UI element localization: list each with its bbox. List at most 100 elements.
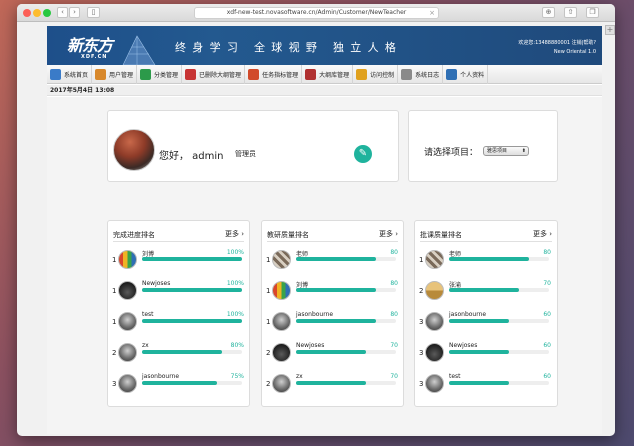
sidebar-toggle-icon[interactable]: ▯ [87,7,100,18]
edit-icon[interactable]: ✎ [354,145,372,163]
score-value: 70 [543,280,551,287]
score-value: 100% [226,311,244,318]
teacher-name: test [449,373,461,380]
zoom-window-button[interactable] [43,9,51,17]
close-window-button[interactable] [23,9,31,17]
ranking-card-research: 教研质量排名 更多 › 1 老师 80 1 刘博 80 1 jasonbourne 80 2 Newjo… [261,220,404,407]
forward-arrow-icon[interactable]: › [69,7,80,18]
browser-window: ‹ › ▯ xdf-new-test.novasoftware.cn/Admin… [17,4,615,436]
score-value: 60 [543,373,551,380]
teacher-avatar [425,312,444,331]
menu-item-label: 系统日志 [415,72,440,79]
progress-track [449,350,549,354]
log-icon [401,69,413,80]
ranking-header: 批课质量排名 更多 › [420,230,552,242]
teacher-avatar [425,281,444,300]
teacher-avatar [118,374,137,393]
menu-item-6[interactable]: 访问控制 [353,65,399,84]
download-icon[interactable]: ⊕ [542,7,555,18]
user-manage-icon [95,69,107,80]
teacher-avatar [118,343,137,362]
menu-item-label: 访问控制 [370,72,395,79]
more-link[interactable]: 更多 › [225,229,244,239]
menu-item-4[interactable]: 任务指标管理 [245,65,303,84]
progress-fill [142,319,242,323]
role-text: 管理员 [235,150,256,158]
menu-item-7[interactable]: 系统日志 [398,65,444,84]
progress-fill [449,319,509,323]
teacher-avatar [272,343,291,362]
site-logo[interactable]: 新东方 XDF.CN [67,32,113,60]
progress-fill [449,350,509,354]
teacher-avatar [425,343,444,362]
rank-number: 2 [112,349,117,357]
chevron-right-icon: › [392,230,398,238]
ranking-row: 1 jasonbourne 80 [266,310,400,340]
address-bar[interactable]: xdf-new-test.novasoftware.cn/Admin/Custo… [194,7,439,19]
progress-track [142,381,242,385]
menu-item-8[interactable]: 个人资料 [443,65,489,84]
ranking-row: 2 zx 70 [266,372,400,402]
progress-fill [449,381,509,385]
menu-item-3[interactable]: 已删除大纲管理 [182,65,246,84]
ranking-card-progress: 完成进度排名 更多 › 1 刘博 100% 1 Newjoses 100% 1 test 100% 2… [107,220,250,407]
progress-fill [142,381,217,385]
minimize-window-button[interactable] [33,9,41,17]
teacher-avatar [118,312,137,331]
share-icon[interactable]: ⇧ [564,7,577,18]
progress-fill [449,288,519,292]
score-value: 70 [390,342,398,349]
tabs-overview-icon[interactable]: ❐ [586,7,599,18]
rank-number: 1 [112,256,117,264]
teacher-name: zx [296,373,303,380]
category-icon [140,69,152,80]
progress-track [296,350,396,354]
menu-item-label: 大纲库管理 [319,72,350,79]
menu-item-2[interactable]: 分类管理 [137,65,183,84]
login-user-line[interactable]: 欢迎您:13488880001 注销|帮助? [518,39,596,48]
menu-item-0[interactable]: 系统首页 [47,65,93,84]
logo-main-text: 新东方 [67,36,113,55]
ranking-title: 批课质量排名 [420,231,462,239]
more-label: 更多 [532,230,547,238]
progress-track [142,350,242,354]
clear-url-icon[interactable]: × [429,8,435,18]
menu-item-label: 分类管理 [154,72,179,79]
menu-item-1[interactable]: 用户管理 [92,65,138,84]
site-slogan: 终身学习 全球视野 独立人格 [175,41,403,54]
outline-library-icon [305,69,317,80]
select-arrows-icon: ⬍ [521,148,526,154]
back-arrow-icon[interactable]: ‹ [57,7,68,18]
new-tab-plus-icon[interactable]: + [605,25,615,35]
score-value: 60 [543,311,551,318]
rank-number: 3 [419,349,424,357]
score-value: 80 [390,249,398,256]
chevron-right-icon: › [238,230,244,238]
project-select[interactable]: 雅思项目 ⬍ [483,146,529,156]
deleted-outline-icon [185,69,197,80]
main-menu: 系统首页 用户管理 分类管理 已删除大纲管理 任务指标管理 大纲库管理 访问控制 系统日志 个人… [47,65,602,84]
menu-item-5[interactable]: 大纲库管理 [302,65,354,84]
ranking-row: 3 Newjoses 60 [419,341,553,371]
rank-number: 2 [419,287,424,295]
menu-item-label: 已删除大纲管理 [199,72,242,79]
chevron-right-icon: › [546,230,552,238]
more-link[interactable]: 更多 › [533,229,552,239]
progress-track [296,381,396,385]
score-value: 60 [543,342,551,349]
more-link[interactable]: 更多 › [379,229,398,239]
dashboard-content: 您好， admin 管理员 ✎ 请选择项目： 雅思项目 ⬍ 完成进度排名 更多 ›… [47,97,602,434]
rank-number: 2 [266,380,271,388]
building-graphic-icon [122,35,156,65]
menu-item-label: 个人资料 [460,72,485,79]
progress-track [449,381,549,385]
progress-track [296,257,396,261]
teacher-name: Newjoses [449,342,478,349]
ranking-row: 3 jasonbourne 60 [419,310,553,340]
rank-number: 1 [112,318,117,326]
teacher-avatar [272,374,291,393]
rank-number: 1 [266,318,271,326]
rank-number: 1 [266,256,271,264]
lock-icon [356,69,368,80]
ranking-title: 完成进度排名 [113,231,155,239]
